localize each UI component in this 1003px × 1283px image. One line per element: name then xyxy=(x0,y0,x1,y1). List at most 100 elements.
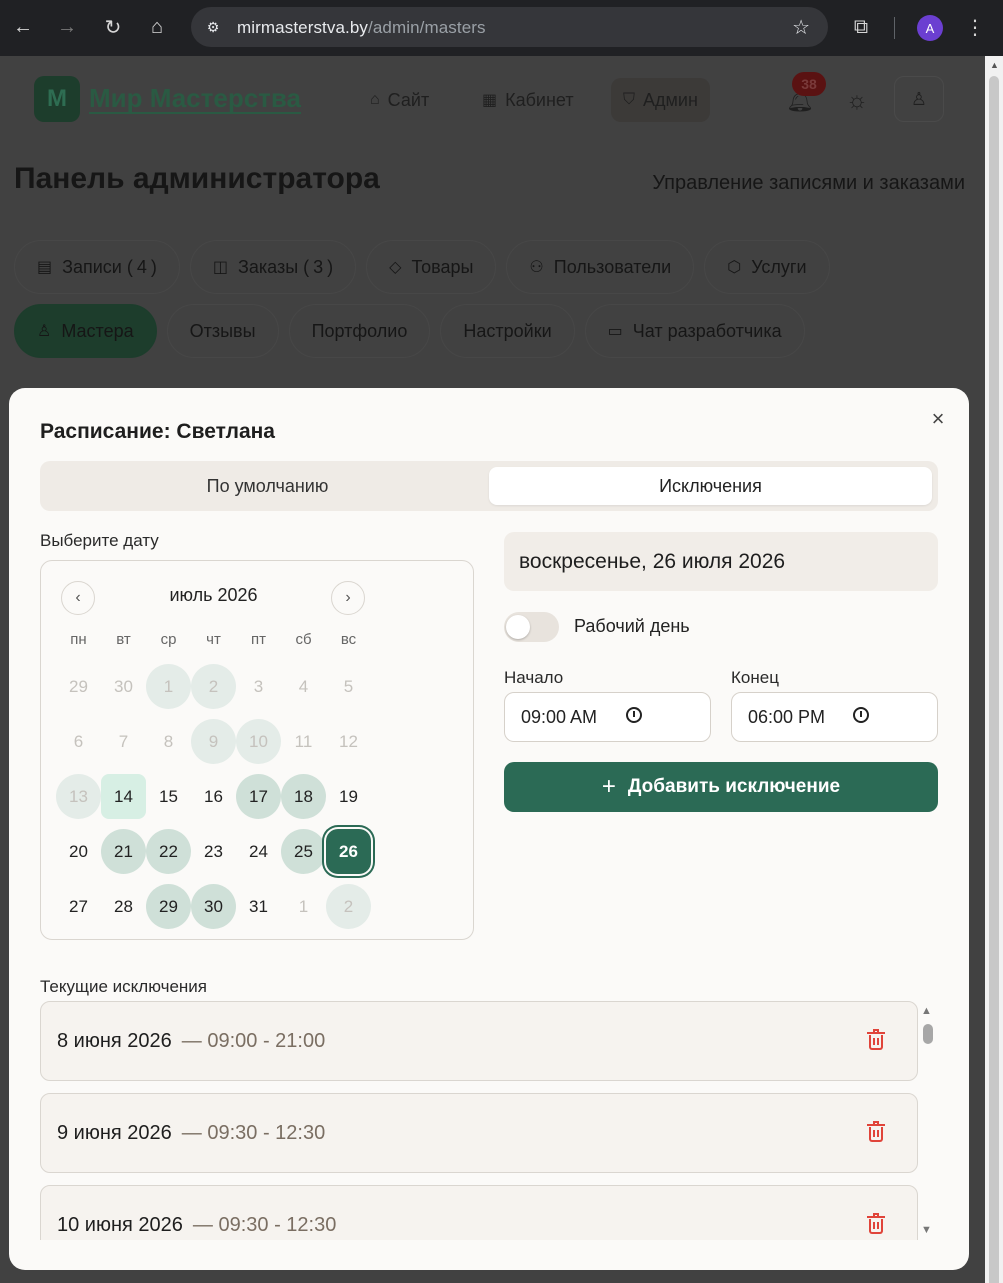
nav-site[interactable]: ⌂ Сайт xyxy=(370,82,429,118)
scroll-thumb[interactable] xyxy=(989,76,999,1283)
end-time-value: 06:00 PM xyxy=(748,706,826,727)
end-time-input[interactable]: 06:00 PM xyxy=(731,692,938,742)
list-scroll-thumb[interactable] xyxy=(923,1024,933,1044)
calendar-day[interactable]: 24 xyxy=(236,824,281,879)
calendar-day[interactable]: 22 xyxy=(146,824,191,879)
calendar-day[interactable]: 6 xyxy=(56,714,101,769)
chat-icon: ▭ xyxy=(607,323,623,340)
calendar-day[interactable]: 8 xyxy=(146,714,191,769)
calendar-day[interactable]: 16 xyxy=(191,769,236,824)
tab-dev-chat[interactable]: ▭ Чат разработчика xyxy=(584,304,805,358)
tab-users[interactable]: ⚇ Пользователи xyxy=(506,240,695,294)
exceptions-list: 8 июня 2026 — 09:00 - 21:00 9 июня 2026 … xyxy=(40,1000,938,1240)
calendar-day[interactable]: 27 xyxy=(56,879,101,934)
tab-reviews[interactable]: Отзывы xyxy=(166,304,279,358)
logo-text: Мир Мастерства xyxy=(89,83,302,114)
chevron-right-icon[interactable]: › xyxy=(331,581,365,615)
weekday-label: вт xyxy=(116,631,131,648)
calendar-day[interactable]: 5 xyxy=(326,659,371,714)
calendar-day[interactable]: 29 xyxy=(146,879,191,934)
bookmark-star-icon[interactable]: ☆ xyxy=(792,15,810,40)
calendar-day[interactable]: 28 xyxy=(101,879,146,934)
trash-icon[interactable] xyxy=(867,1121,885,1142)
calendar-day[interactable]: 23 xyxy=(191,824,236,879)
list-scroll-up-arrow[interactable]: ▲ xyxy=(921,1005,932,1017)
calendar-day[interactable]: 2 xyxy=(191,659,236,714)
toggle-knob xyxy=(506,615,530,639)
tab-masters[interactable]: ♙ Мастера xyxy=(14,304,157,358)
menu-kebab-icon[interactable]: ⋮ xyxy=(960,12,990,42)
calendar-day[interactable]: 20 xyxy=(56,824,101,879)
day-number: 21 xyxy=(114,841,133,861)
calendar-day[interactable]: 7 xyxy=(101,714,146,769)
url-text[interactable]: mirmasterstva.by/admin/masters xyxy=(237,18,486,38)
page-subtitle: Управление записями и заказами xyxy=(652,172,965,194)
calendar-day[interactable]: 10 xyxy=(236,714,281,769)
grid-icon: ▦ xyxy=(482,92,498,109)
page-scrollbar[interactable]: ▲ xyxy=(985,56,1003,1283)
tab-portfolio[interactable]: Портфолио xyxy=(288,304,431,358)
day-number: 17 xyxy=(249,786,268,806)
site-info-icon[interactable]: ⚙ xyxy=(203,17,223,37)
exception-date: 8 июня 2026 xyxy=(57,1029,172,1052)
nav-admin[interactable]: ⛉ Админ xyxy=(611,78,710,122)
calendar-day[interactable]: 17 xyxy=(236,769,281,824)
calendar-day[interactable]: 12 xyxy=(326,714,371,769)
calendar-day[interactable]: 2 xyxy=(326,879,371,934)
extensions-icon[interactable]: ⧉ xyxy=(846,12,876,42)
tab-bookings[interactable]: ▤ Записи (4) xyxy=(14,240,180,294)
calendar-day[interactable]: 1 xyxy=(281,879,326,934)
list-scroll-down-arrow[interactable]: ▼ xyxy=(921,1224,932,1236)
user-button[interactable]: ♙ xyxy=(894,76,944,122)
calendar-day[interactable]: 9 xyxy=(191,714,236,769)
day-number: 9 xyxy=(208,731,219,751)
calendar-day[interactable]: 4 xyxy=(281,659,326,714)
weekday-label: ср xyxy=(160,631,177,648)
calendar-day[interactable]: 30 xyxy=(101,659,146,714)
close-icon[interactable]: × xyxy=(927,408,949,430)
day-number: 11 xyxy=(294,731,313,751)
calendar-day[interactable]: 11 xyxy=(281,714,326,769)
nav-cabinet[interactable]: ▦ Кабинет xyxy=(482,82,574,118)
calendar-day[interactable]: 30 xyxy=(191,879,236,934)
site-logo[interactable]: М Мир Мастерства xyxy=(34,76,302,122)
schedule-mode-tabs: По умолчанию Исключения xyxy=(40,461,938,511)
calendar-day[interactable]: 3 xyxy=(236,659,281,714)
forward-icon[interactable]: → xyxy=(52,12,82,42)
calendar-day[interactable]: 14 xyxy=(101,769,146,824)
calendar-day[interactable]: 18 xyxy=(281,769,326,824)
tab-orders[interactable]: ◫ Заказы (3) xyxy=(189,240,357,294)
tab-exceptions[interactable]: Исключения xyxy=(489,467,932,505)
clock-icon[interactable] xyxy=(853,707,869,723)
home-icon[interactable]: ⌂ xyxy=(142,12,172,42)
calendar-day[interactable]: 25 xyxy=(281,824,326,879)
calendar-day[interactable]: 26 xyxy=(326,824,371,879)
tab-settings[interactable]: Настройки xyxy=(440,304,575,358)
toolbar-divider xyxy=(894,17,895,39)
trash-icon[interactable] xyxy=(867,1029,885,1050)
calendar-day[interactable]: 21 xyxy=(101,824,146,879)
calendar-day[interactable]: 13 xyxy=(56,769,101,824)
exception-time: — 09:30 - 12:30 xyxy=(181,1121,326,1144)
back-icon[interactable]: ← xyxy=(8,12,38,42)
calendar-day[interactable]: 29 xyxy=(56,659,101,714)
start-time-input[interactable]: 09:00 AM xyxy=(504,692,711,742)
address-bar[interactable]: ⚙ mirmasterstva.by/admin/masters ☆ xyxy=(191,7,828,47)
calendar-day[interactable]: 19 xyxy=(326,769,371,824)
clock-icon[interactable] xyxy=(626,707,642,723)
working-day-toggle[interactable] xyxy=(504,612,559,642)
reload-icon[interactable]: ↻ xyxy=(98,12,128,42)
tab-services[interactable]: ⬡ Услуги xyxy=(704,240,830,294)
trash-icon[interactable] xyxy=(867,1213,885,1234)
sun-icon[interactable]: ☼ xyxy=(846,87,868,115)
user-icon: ♙ xyxy=(910,88,928,109)
tab-default[interactable]: По умолчанию xyxy=(46,467,489,505)
scroll-up-arrow[interactable]: ▲ xyxy=(990,60,999,70)
profile-avatar[interactable]: A xyxy=(917,15,943,41)
tab-products[interactable]: ◇ Товары xyxy=(366,240,497,294)
calendar-day[interactable]: 15 xyxy=(146,769,191,824)
calendar-day[interactable]: 1 xyxy=(146,659,191,714)
day-number: 30 xyxy=(204,896,223,916)
calendar-day[interactable]: 31 xyxy=(236,879,281,934)
add-exception-button[interactable]: + Добавить исключение xyxy=(504,762,938,812)
